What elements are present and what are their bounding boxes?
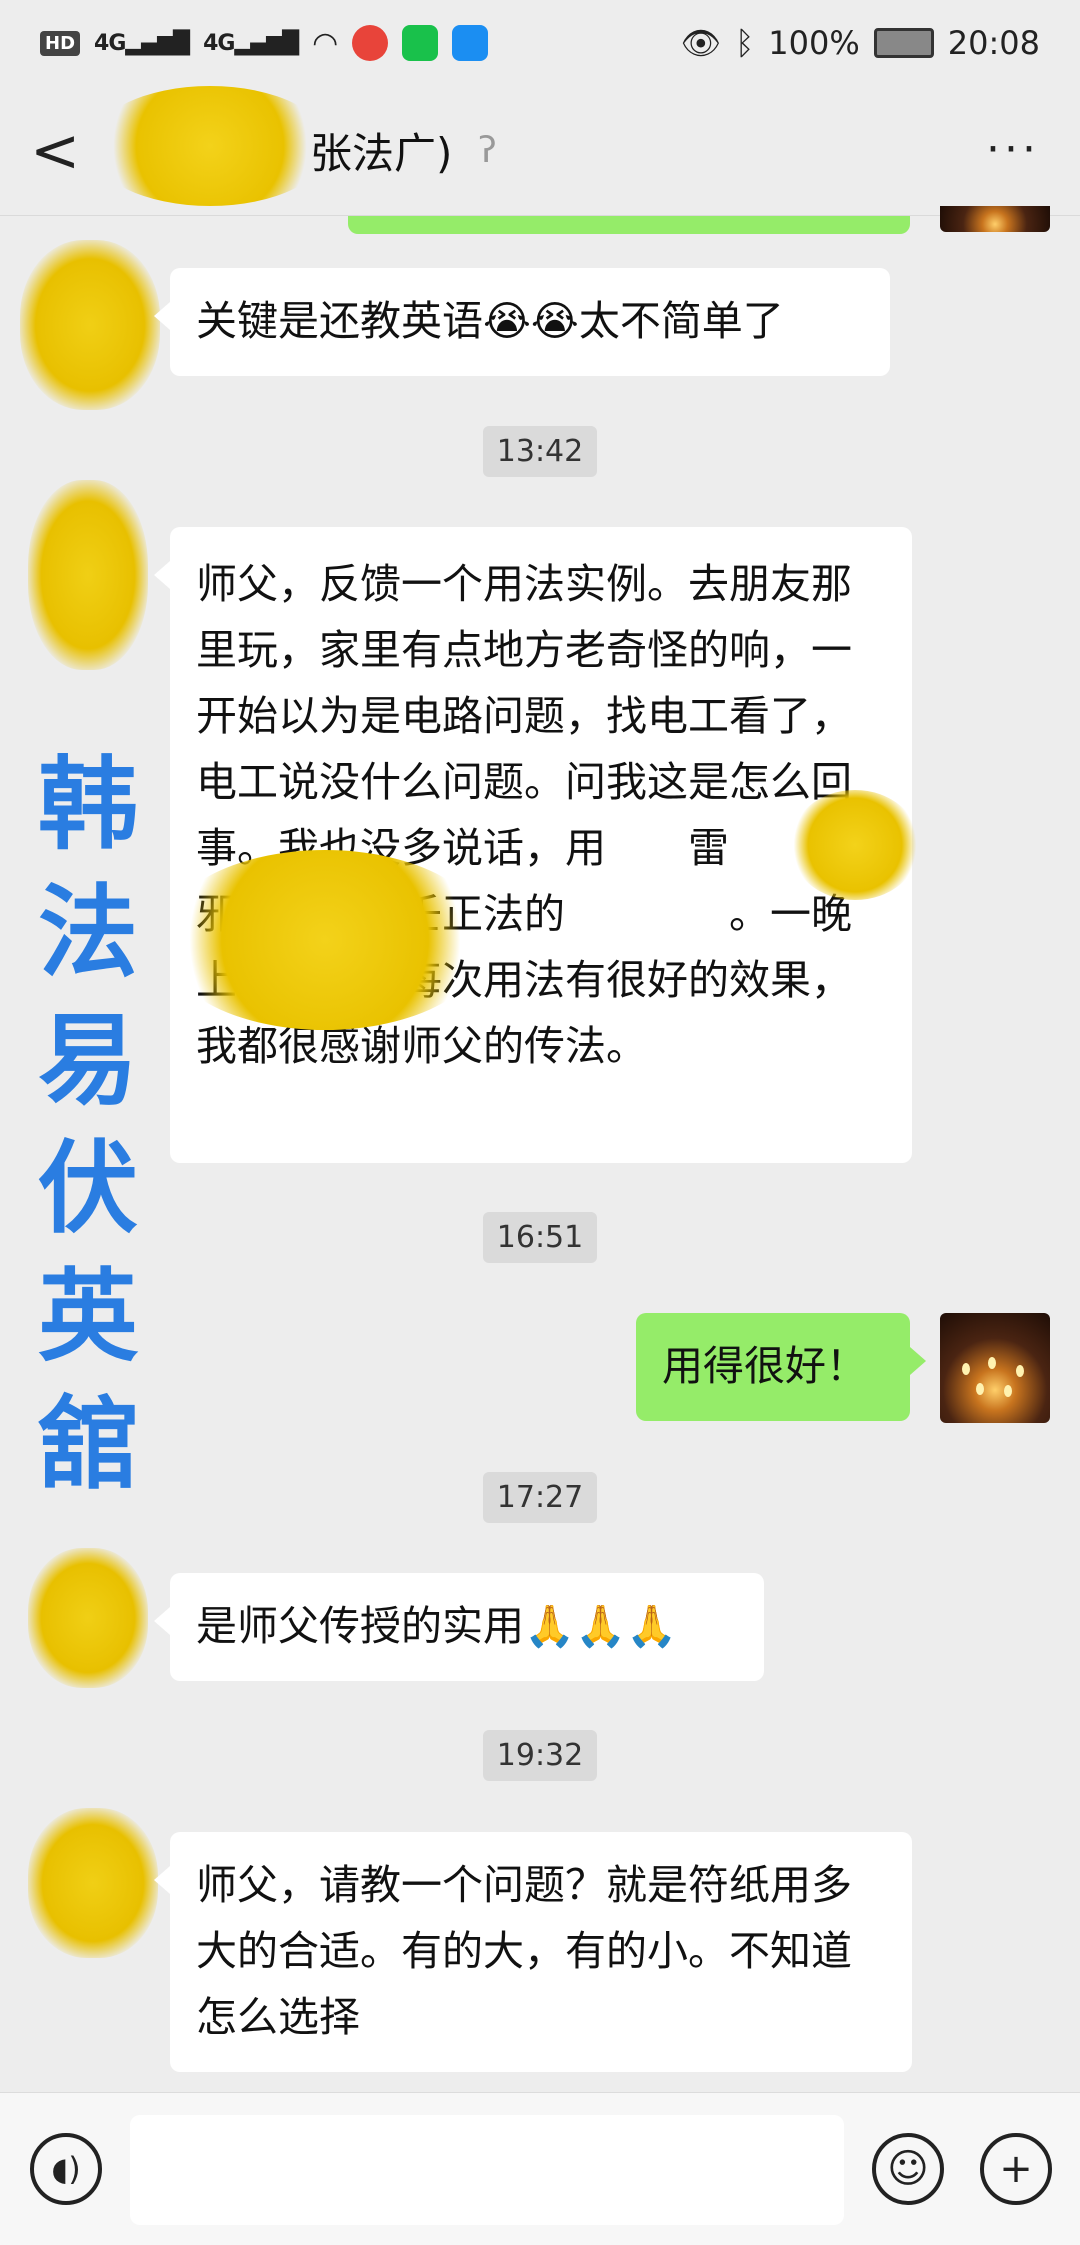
status-right: 👁 ᛒ 100% 20:08 <box>680 24 1040 62</box>
status-bar: HD 4G▂▄▆█ 4G▂▄▆█ ◠ 👁 ᛒ 100% 20:08 <box>0 0 1080 86</box>
app-icon-red <box>352 25 389 61</box>
plus-icon: + <box>999 2146 1033 2192</box>
my-avatar-partial <box>940 206 1050 232</box>
timestamp-label: 17:27 <box>482 1472 598 1523</box>
watermark-text: 韩 法 易 伏 英 舘 <box>28 740 148 1508</box>
timestamp-label: 19:32 <box>482 1730 598 1781</box>
redaction-scribble <box>790 790 920 900</box>
contact-avatar[interactable] <box>28 1808 158 1958</box>
voice-input-button[interactable]: ◖) <box>30 2133 102 2205</box>
battery-icon <box>873 28 934 58</box>
partial-sent-bubble <box>348 216 910 234</box>
signal-4g-icon-2: 4G▂▄▆█ <box>203 30 299 56</box>
message-input[interactable] <box>130 2115 844 2225</box>
bluetooth-icon: ᛒ <box>735 24 755 62</box>
watermark-char: 法 <box>38 873 138 991</box>
redaction-scribble <box>160 850 490 1030</box>
timestamp: 16:51 <box>0 1212 1080 1263</box>
timestamp-label: 13:42 <box>482 426 598 477</box>
contact-avatar[interactable] <box>28 480 148 670</box>
hd-badge: HD <box>40 30 81 56</box>
signal-4g-label-2: 4G <box>203 30 235 56</box>
timestamp: 13:42 <box>0 426 1080 477</box>
voice-icon: ◖) <box>51 2150 81 2188</box>
my-avatar[interactable] <box>940 1313 1050 1423</box>
chat-input-bar: ◖) ☺ + <box>0 2092 1080 2245</box>
watermark-char: 英 <box>38 1257 138 1375</box>
message-bubble-received[interactable]: 师父，请教一个问题？就是符纸用多大的合适。有的大，有的小。不知道怎么选择 <box>154 1832 912 2072</box>
message-bubble-sent[interactable]: 用得很好！ <box>636 1313 926 1421</box>
add-button[interactable]: + <box>980 2133 1052 2205</box>
emoji-icon: ☺ <box>887 2146 929 2192</box>
emoji-button[interactable]: ☺ <box>872 2133 944 2205</box>
earpiece-icon: ʔ <box>478 130 497 171</box>
watermark-char: 韩 <box>38 745 138 863</box>
signal-4g-icon: 4G▂▄▆█ <box>94 30 190 56</box>
timestamp: 19:32 <box>0 1730 1080 1781</box>
contact-avatar[interactable] <box>28 1548 148 1688</box>
timestamp-label: 16:51 <box>482 1212 598 1263</box>
battery-text: 100% <box>768 24 860 62</box>
contact-avatar[interactable] <box>20 240 160 410</box>
clock: 20:08 <box>947 24 1040 62</box>
app-icon-iqiyi <box>402 25 439 61</box>
message-bubble-received[interactable]: 是师父传授的实用🙏🙏🙏 <box>154 1573 764 1681</box>
message-bubble-received[interactable]: 关键是还教英语😭😭太不简单了 <box>154 268 890 376</box>
wifi-icon: ◠ <box>312 25 339 61</box>
more-options-button[interactable]: ··· <box>986 124 1040 175</box>
app-icon-blue <box>452 25 489 61</box>
chat-title: 张法广) <box>310 129 453 178</box>
signal-4g-label: 4G <box>94 30 126 56</box>
eye-icon: 👁 <box>680 24 722 62</box>
status-left-icons: HD 4G▂▄▆█ 4G▂▄▆█ ◠ <box>40 25 489 61</box>
chat-header: < 张法广) ʔ ··· <box>0 86 1080 216</box>
redacted-name-scribble <box>90 86 330 206</box>
watermark-char: 易 <box>38 1001 138 1119</box>
timestamp: 17:27 <box>0 1472 1080 1523</box>
